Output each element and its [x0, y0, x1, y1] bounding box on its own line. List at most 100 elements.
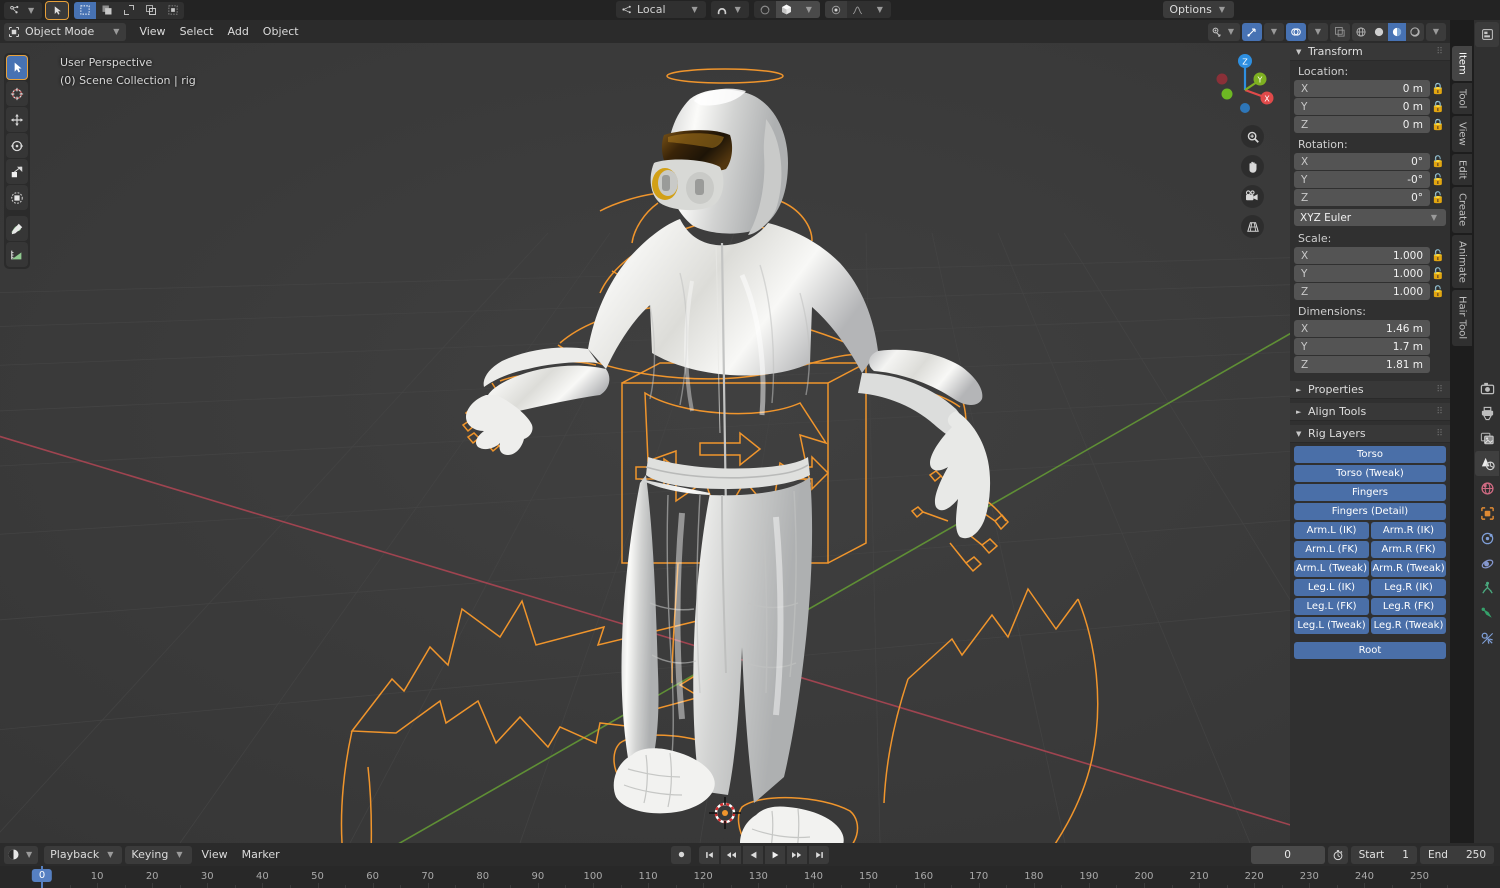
overlays-dropdown[interactable]: ▼ [1308, 22, 1328, 41]
properties-tab-view-layer[interactable] [1475, 426, 1499, 451]
current-frame-field[interactable]: 0 [1250, 845, 1325, 864]
keying-dropdown[interactable]: Keying ▼ [125, 845, 192, 864]
pivot-dropdown[interactable]: ▼ [797, 1, 820, 18]
rotation-mode-dropdown[interactable]: XYZ Euler ▼ [1294, 209, 1446, 226]
jump-to-start-button[interactable] [699, 845, 719, 864]
properties-tab-particles[interactable] [1475, 576, 1499, 601]
auto-keying-button[interactable] [671, 845, 691, 864]
panel-header-transform[interactable]: ▼ Transform ⠿ [1290, 43, 1450, 61]
rig-layer-arm-l-ik[interactable]: Arm.L (IK) [1294, 522, 1369, 539]
timeline-menu-marker[interactable]: Marker [235, 846, 287, 864]
zoom-view-button[interactable] [1241, 125, 1264, 148]
use-preview-range-button[interactable] [1327, 845, 1348, 864]
navigation-gizmo[interactable]: Y X Z [1205, 48, 1285, 128]
dimensions-x-field[interactable]: X 1.46 m [1294, 320, 1430, 337]
properties-tab-object[interactable] [1475, 501, 1499, 526]
rig-layer-leg-l-ik[interactable]: Leg.L (IK) [1294, 579, 1369, 596]
dimensions-z-field[interactable]: Z 1.81 m [1294, 356, 1430, 373]
menu-object[interactable]: Object [256, 23, 306, 41]
xray-toggle[interactable] [1330, 22, 1350, 41]
snapping-toggle[interactable]: ▼ [710, 1, 749, 18]
play-button[interactable] [765, 845, 785, 864]
location-y-field[interactable]: Y 0 m [1294, 98, 1430, 115]
timeline-menu-view[interactable]: View [195, 846, 235, 864]
previous-keyframe-button[interactable] [721, 845, 741, 864]
sidebar-tab-item[interactable]: Item [1452, 46, 1472, 81]
rig-layer-arm-r-ik[interactable]: Arm.R (IK) [1371, 522, 1446, 539]
playback-dropdown[interactable]: Playback ▼ [44, 845, 123, 864]
next-keyframe-button[interactable] [787, 845, 807, 864]
scale-z-field[interactable]: Z 1.000 [1294, 283, 1430, 300]
options-button[interactable]: Options ▼ [1163, 1, 1234, 18]
transform-orientation-selector[interactable]: Local ▼ [616, 1, 706, 18]
lock-scale-y-icon[interactable]: 🔓 [1430, 267, 1446, 280]
select-intersect-button[interactable] [162, 1, 185, 19]
scale-x-field[interactable]: X 1.000 [1294, 247, 1430, 264]
rig-layer-arm-l-tweak[interactable]: Arm.L (Tweak) [1294, 560, 1369, 577]
play-reverse-button[interactable] [743, 845, 763, 864]
scale-y-field[interactable]: Y 1.000 [1294, 265, 1430, 282]
lock-rotation-y-icon[interactable]: 🔓 [1430, 173, 1446, 186]
properties-tab-world[interactable] [1475, 476, 1499, 501]
location-z-field[interactable]: Z 0 m [1294, 116, 1430, 133]
menu-select[interactable]: Select [173, 23, 221, 41]
rotate-tool[interactable] [6, 133, 28, 158]
select-subtract-button[interactable] [118, 1, 141, 19]
pivot-point-selector[interactable] [775, 1, 798, 18]
falloff-selector[interactable] [846, 1, 869, 18]
lock-location-y-icon[interactable]: 🔒 [1430, 100, 1446, 113]
panel-header-properties[interactable]: ► Properties ⠿ [1290, 381, 1450, 399]
sidebar-tab-animate[interactable]: Animate [1452, 234, 1472, 289]
rotation-z-field[interactable]: Z 0° [1294, 189, 1430, 206]
rig-layer-arm-r-tweak[interactable]: Arm.R (Tweak) [1371, 560, 1446, 577]
rig-layer-leg-r-fk[interactable]: Leg.R (FK) [1371, 598, 1446, 615]
menu-view[interactable]: View [132, 23, 172, 41]
measure-tool[interactable] [6, 242, 28, 267]
lock-scale-x-icon[interactable]: 🔓 [1430, 249, 1446, 262]
rotation-x-field[interactable]: X 0° [1294, 153, 1430, 170]
pan-view-button[interactable] [1241, 155, 1264, 178]
gizmo-dropdown[interactable]: ▼ [1264, 22, 1284, 41]
tweak-tool[interactable] [6, 55, 28, 80]
tweak-mode-button[interactable] [46, 1, 69, 19]
properties-tab-scene[interactable] [1475, 451, 1499, 476]
falloff-dropdown[interactable]: ▼ [868, 1, 891, 18]
interaction-mode-selector[interactable]: Object Mode ▼ [4, 22, 127, 41]
proportional-editing-toggle[interactable] [753, 1, 776, 18]
editor-type-selector[interactable]: ▼ [4, 1, 43, 19]
rig-layer-torso[interactable]: Torso [1294, 446, 1446, 463]
sidebar-tab-edit[interactable]: Edit [1452, 153, 1472, 186]
shading-material-preview[interactable] [1388, 22, 1406, 41]
playhead-frame-badge[interactable]: 0 [31, 869, 53, 882]
rig-layer-arm-l-fk[interactable]: Arm.L (FK) [1294, 541, 1369, 558]
scale-tool[interactable] [6, 159, 28, 184]
properties-tab-render[interactable] [1475, 376, 1499, 401]
toggle-perspective-button[interactable] [1241, 215, 1264, 238]
sidebar-tab-tool[interactable]: Tool [1452, 82, 1472, 115]
rotation-y-field[interactable]: Y -0° [1294, 171, 1430, 188]
visibility-selector[interactable]: ▼ [1207, 22, 1240, 41]
lock-rotation-x-icon[interactable]: 🔓 [1430, 155, 1446, 168]
dimensions-y-field[interactable]: Y 1.7 m [1294, 338, 1430, 355]
jump-to-end-button[interactable] [809, 845, 829, 864]
move-tool[interactable] [6, 107, 28, 132]
lock-scale-z-icon[interactable]: 🔓 [1430, 285, 1446, 298]
gizmo-toggle[interactable] [1242, 22, 1262, 41]
menu-add[interactable]: Add [221, 23, 256, 41]
panel-header-rig-layers[interactable]: ▼ Rig Layers ⠿ [1290, 425, 1450, 443]
sidebar-tab-create[interactable]: Create [1452, 187, 1472, 233]
timeline-ruler[interactable]: 10 20 30 40 50 60 70 80 90 100 110 120 130 140 150 160 1… [0, 866, 1500, 888]
properties-tab-constraints[interactable] [1475, 626, 1499, 651]
rig-layer-leg-l-tweak[interactable]: Leg.L (Tweak) [1294, 617, 1369, 634]
snap-target-toggle[interactable] [824, 1, 847, 18]
3d-viewport[interactable]: User Perspective (0) Scene Collection | … [0, 43, 1450, 843]
frame-end-field[interactable]: End 250 [1419, 845, 1494, 864]
select-extend-button[interactable] [96, 1, 119, 19]
rig-layer-root[interactable]: Root [1294, 642, 1446, 659]
rig-layer-fingers[interactable]: Fingers [1294, 484, 1446, 501]
sidebar-tab-hair-tool[interactable]: Hair Tool [1452, 290, 1472, 346]
rig-layer-fingers-detail[interactable]: Fingers (Detail) [1294, 503, 1446, 520]
lock-rotation-z-icon[interactable]: 🔓 [1430, 191, 1446, 204]
properties-editor-type-button[interactable] [1475, 22, 1499, 47]
rig-layer-leg-l-fk[interactable]: Leg.L (FK) [1294, 598, 1369, 615]
